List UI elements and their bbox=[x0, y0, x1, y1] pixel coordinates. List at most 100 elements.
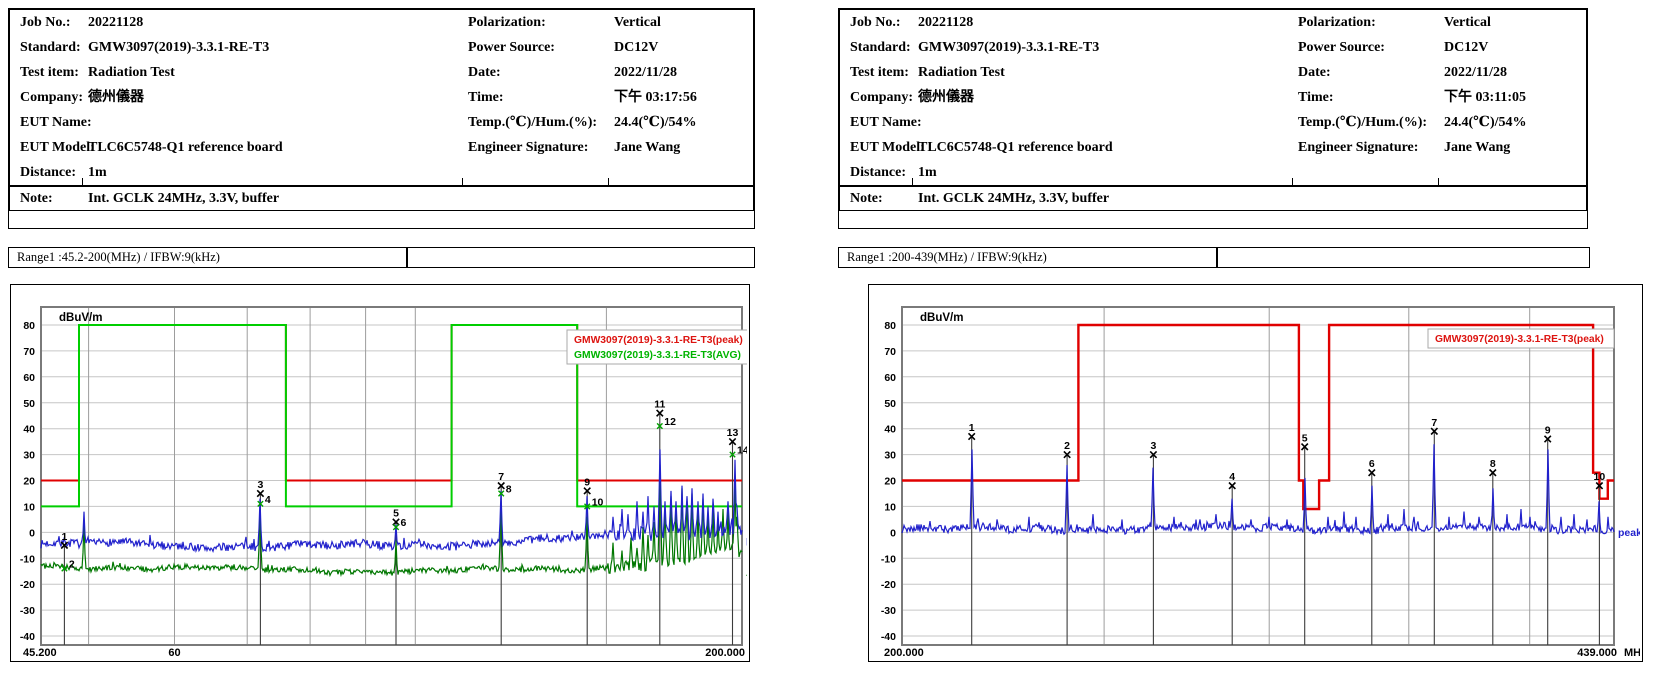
test-report-panel-right: Job No.:20221128Polarization:VerticalSta… bbox=[838, 0, 1648, 675]
field-value: GMW3097(2019)-3.3.1-RE-T3 bbox=[88, 35, 269, 60]
y-axis-tick-label: -30 bbox=[20, 605, 35, 617]
header-row: Test item:Radiation TestDate:2022/11/28 bbox=[840, 60, 1586, 85]
report-header-table: Job No.:20221128Polarization:VerticalSta… bbox=[8, 8, 755, 212]
column-tick bbox=[462, 178, 463, 185]
field-label: Job No.: bbox=[850, 10, 901, 35]
empty-row bbox=[8, 210, 755, 229]
range-label: Range1 :200-439(MHz) / IFBW:9(kHz) bbox=[847, 248, 1047, 266]
field-label: EUT Model: bbox=[850, 135, 925, 160]
trace-end-label-peak: peak bbox=[746, 535, 747, 547]
y-axis-tick-label: -40 bbox=[20, 631, 35, 643]
header-row: Distance: 1m bbox=[840, 160, 1586, 185]
y-axis-tick-label: 30 bbox=[884, 450, 896, 462]
note-label: Note: bbox=[20, 187, 53, 210]
x-axis-unit-label: MHz bbox=[1624, 647, 1640, 659]
marker-number-9: 9 bbox=[584, 476, 590, 488]
header-row: Job No.:20221128Polarization:Vertical bbox=[840, 10, 1586, 35]
field-value: TLC6C5748-Q1 reference board bbox=[918, 135, 1113, 160]
y-axis-tick-label: 30 bbox=[23, 450, 35, 462]
range-info-bar: Range1 :200-439(MHz) / IFBW:9(kHz) bbox=[838, 247, 1590, 268]
marker-number-8: 8 bbox=[1490, 458, 1496, 470]
field-label: Date: bbox=[468, 60, 501, 85]
field-value: Jane Wang bbox=[614, 135, 680, 160]
emissions-chart: 80706050403020100-10-20-30-40dBuV/m200.0… bbox=[868, 284, 1643, 662]
y-axis-title: dBuV/m bbox=[920, 312, 963, 324]
legend-entry: GMW3097(2019)-3.3.1-RE-T3(AVG) bbox=[574, 350, 741, 361]
y-axis-tick-label: 70 bbox=[23, 346, 35, 358]
marker-number-9: 9 bbox=[1545, 425, 1551, 437]
header-row: EUT Name:Temp.(℃)/Hum.(%):24.4(℃)/54% bbox=[10, 110, 753, 135]
y-axis-tick-label: 20 bbox=[884, 476, 896, 488]
header-row: Distance: 1m bbox=[10, 160, 753, 185]
marker-number-4: 4 bbox=[1229, 471, 1235, 483]
marker-number-3: 3 bbox=[257, 479, 263, 491]
note-row: Note:Int. GCLK 24MHz, 3.3V, buffer bbox=[840, 187, 1586, 210]
field-label: Distance: bbox=[20, 160, 76, 185]
x-axis-tick-label: 200.000 bbox=[705, 647, 745, 659]
field-label: Time: bbox=[468, 85, 504, 110]
field-value: DC12V bbox=[1444, 35, 1488, 60]
column-tick bbox=[1438, 178, 1439, 185]
field-label: Polarization: bbox=[1298, 10, 1376, 35]
header-row: EUT Model:TLC6C5748-Q1 reference boardEn… bbox=[10, 135, 753, 160]
field-value: 德州儀器 bbox=[918, 85, 974, 110]
header-row: Job No.:20221128Polarization:Vertical bbox=[10, 10, 753, 35]
marker-number-10: 10 bbox=[1594, 471, 1606, 483]
marker-number-3: 3 bbox=[1150, 440, 1156, 452]
field-label: Power Source: bbox=[468, 35, 555, 60]
field-value: Vertical bbox=[614, 10, 661, 35]
note-label: Note: bbox=[850, 187, 883, 210]
marker-number-13: 13 bbox=[727, 427, 739, 439]
trace-peak bbox=[41, 449, 742, 551]
field-value: DC12V bbox=[614, 35, 658, 60]
field-value: Radiation Test bbox=[918, 60, 1005, 85]
field-value: 20221128 bbox=[88, 10, 143, 35]
range-info-bar: Range1 :45.2-200(MHz) / IFBW:9(kHz) bbox=[8, 247, 755, 268]
header-row: Standard:GMW3097(2019)-3.3.1-RE-T3Power … bbox=[840, 35, 1586, 60]
field-label: Time: bbox=[1298, 85, 1334, 110]
note-value: Int. GCLK 24MHz, 3.3V, buffer bbox=[88, 187, 279, 210]
field-label: Polarization: bbox=[468, 10, 546, 35]
field-value: 1m bbox=[918, 160, 937, 185]
header-row: Company:德州儀器Time:下午 03:11:05 bbox=[840, 85, 1586, 110]
marker-number-5: 5 bbox=[393, 508, 399, 520]
marker-number-6: 6 bbox=[1369, 458, 1375, 470]
marker-number-1: 1 bbox=[969, 422, 975, 434]
emissions-chart: 80706050403020100-10-20-30-40dBuV/m45.20… bbox=[10, 284, 750, 662]
y-axis-tick-label: -20 bbox=[20, 579, 35, 591]
field-label: Date: bbox=[1298, 60, 1331, 85]
y-axis-tick-label: -40 bbox=[881, 631, 896, 643]
y-axis-tick-label: 50 bbox=[23, 398, 35, 410]
field-label: Test item: bbox=[20, 60, 79, 85]
y-axis-tick-label: 60 bbox=[884, 372, 896, 384]
field-label: Standard: bbox=[850, 35, 911, 60]
marker-number-14: 14 bbox=[737, 445, 747, 457]
range-bar-divider bbox=[1216, 248, 1218, 267]
field-label: Engineer Signature: bbox=[1298, 135, 1418, 160]
y-axis-tick-label: 20 bbox=[23, 476, 35, 488]
y-axis-tick-label: 40 bbox=[884, 424, 896, 436]
trace-end-label-peak: peak bbox=[1618, 527, 1640, 539]
header-row: Standard: GMW3097(2019)-3.3.1-RE-T3 Power … bbox=[10, 35, 753, 60]
field-label: Standard: bbox=[20, 35, 81, 60]
header-row: Test item:Radiation TestDate:2022/11/28 bbox=[10, 60, 753, 85]
field-value: 下午 03:11:05 bbox=[1444, 85, 1526, 110]
field-value: 下午 03:17:56 bbox=[614, 85, 697, 110]
marker-number-10: 10 bbox=[592, 496, 604, 508]
field-label: Distance: bbox=[850, 160, 906, 185]
field-label: Test item: bbox=[850, 60, 909, 85]
header-row: EUT Name:Temp.(℃)/Hum.(%):24.4(℃)/54% bbox=[840, 110, 1586, 135]
field-value: 1m bbox=[88, 160, 107, 185]
marker-number-5: 5 bbox=[1302, 432, 1308, 444]
x-axis-tick-label: 200.000 bbox=[884, 647, 924, 659]
marker-number-2: 2 bbox=[1064, 440, 1070, 452]
column-tick bbox=[912, 178, 913, 185]
y-axis-tick-label: 0 bbox=[29, 527, 35, 539]
field-value: 24.4(℃)/54% bbox=[1444, 110, 1527, 135]
marker-number-2: 2 bbox=[69, 559, 75, 571]
header-row: Company:德州儀器Time:下午 03:17:56 bbox=[10, 85, 753, 110]
marker-number-8: 8 bbox=[506, 484, 512, 496]
marker-lines bbox=[972, 431, 1600, 645]
marker-number-1: 1 bbox=[61, 531, 67, 543]
empty-row bbox=[838, 210, 1588, 229]
